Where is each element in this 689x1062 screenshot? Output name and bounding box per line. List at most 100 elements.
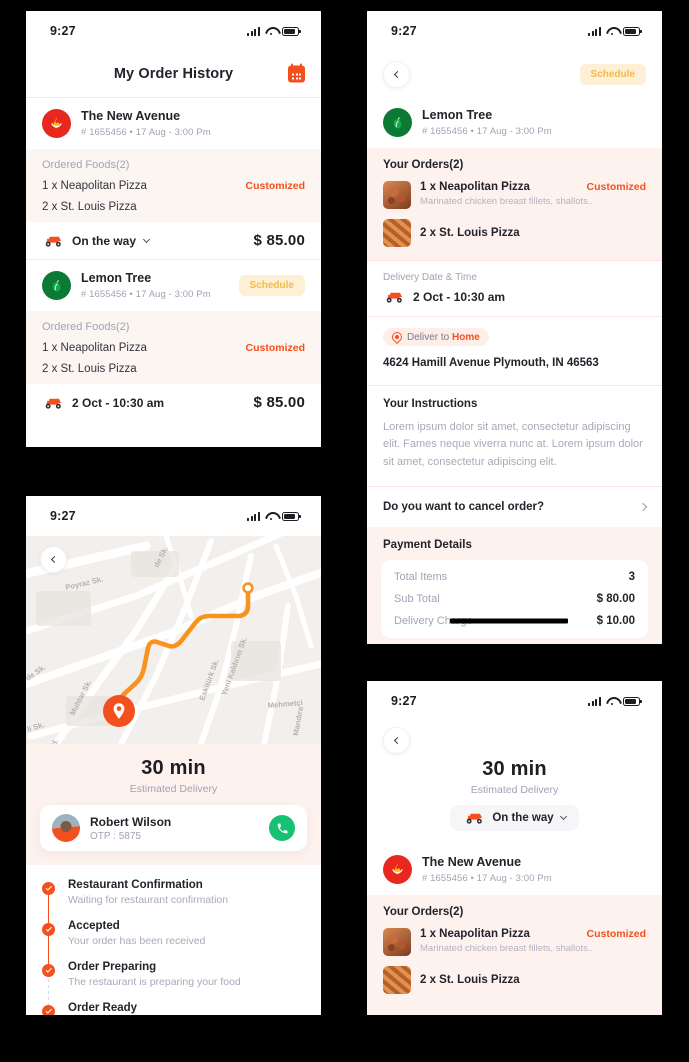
eta-value: 30 min — [482, 758, 547, 780]
screen-order-detail: 9:27 Schedule Lemon Tree # 1655456 • 17 … — [367, 11, 662, 644]
payment-details-section: Payment Details Total Items 3 Sub Total … — [367, 527, 662, 644]
order-item[interactable]: 2 x St. Louis Pizza — [383, 219, 646, 247]
order-restaurant-row[interactable]: The New Avenue # 1655456 • 17 Aug - 3:00… — [26, 98, 321, 149]
order-timeline: Restaurant Confirmation Waiting for rest… — [26, 865, 321, 1015]
status-text: On the way — [492, 812, 554, 824]
your-orders-label: Your Orders(2) — [383, 906, 464, 918]
status-bar-icons — [588, 696, 642, 706]
timeline-subtitle: The restaurant is preparing your food — [68, 976, 241, 988]
deliver-to-prefix: Deliver to — [407, 331, 453, 343]
order-item-name: 2 x St. Louis Pizza — [420, 227, 520, 239]
call-button[interactable] — [269, 815, 295, 841]
status-dropdown[interactable]: On the way — [450, 805, 579, 831]
screen-order-history: 9:27 My Order History The New Avenue # 1… — [26, 11, 321, 447]
schedule-button[interactable]: Schedule — [238, 275, 305, 296]
chevron-left-icon — [50, 555, 59, 564]
status-bar: 9:27 — [367, 11, 662, 51]
order-status-total-row[interactable]: On the way $ 85.00 — [26, 222, 321, 259]
page-title: My Order History — [113, 66, 234, 82]
food-name: 2 x St. Louis Pizza — [42, 363, 137, 375]
driver-name: Robert Wilson — [90, 814, 172, 829]
timeline-item: Restaurant Confirmation Waiting for rest… — [42, 879, 305, 923]
payment-details-title: Payment Details — [383, 539, 472, 552]
flame-logo — [383, 855, 412, 884]
pizza-thumb-1 — [383, 928, 411, 956]
driver-card[interactable]: Robert Wilson OTP : 5875 — [40, 805, 307, 851]
eta-label: Estimated Delivery — [470, 784, 559, 796]
wifi-icon — [606, 697, 618, 706]
order-item[interactable]: 2 x St. Louis Pizza — [383, 966, 646, 994]
eta-value: 30 min — [141, 757, 206, 779]
schedule-button[interactable]: Schedule — [579, 63, 646, 85]
status-bar-icons — [247, 26, 301, 36]
chevron-left-icon — [393, 70, 402, 78]
payment-key: Sub Total — [394, 593, 440, 606]
order-price: $ 85.00 — [253, 232, 305, 249]
signal-bars-icon — [588, 27, 601, 36]
payment-value: $ 80.00 — [596, 593, 635, 606]
order-restaurant-row[interactable]: Lemon Tree # 1655456 • 17 Aug - 3:00 Pm … — [26, 260, 321, 311]
order-meta: # 1655456 • 17 Aug - 3:00 Pm — [81, 126, 211, 138]
timeline-title: Order Ready — [68, 1002, 138, 1014]
status-bar-icons — [588, 26, 642, 36]
timeline-item: Order Preparing The restaurant is prepar… — [42, 961, 305, 1005]
customized-tag: Customized — [586, 181, 646, 193]
route-start-dot — [242, 582, 254, 594]
food-name: 1 x Neapolitan Pizza — [42, 342, 147, 354]
order-item-name: 1 x Neapolitan Pizza — [420, 928, 530, 940]
tracking-detail-header — [367, 721, 662, 754]
payment-card: Total Items 3 Sub Total $ 80.00 Delivery… — [381, 560, 648, 639]
timeline-title: Accepted — [68, 920, 120, 932]
ordered-foods-block: Ordered Foods(2) 1 x Neapolitan Pizza Cu… — [26, 149, 321, 222]
map-marker-icon — [103, 695, 135, 727]
wifi-icon — [265, 27, 277, 36]
delivery-address: 4624 Hamill Avenue Plymouth, IN 46563 — [383, 357, 599, 369]
delivery-address-section: Deliver to Home 4624 Hamill Avenue Plymo… — [367, 317, 662, 385]
pizza-thumb-2 — [383, 219, 411, 247]
map-streets: Poyraz Sk. de Sk. de Sk. Muhtar Sk. li S… — [26, 536, 321, 744]
chevron-down-icon[interactable] — [142, 235, 151, 243]
order-item-desc: Marinated chicken breast fillets, shallo… — [420, 196, 594, 207]
ordered-foods-label: Ordered Foods(2) — [42, 159, 130, 171]
timeline-subtitle: Your order has been received — [68, 935, 206, 947]
timeline-title: Restaurant Confirmation — [68, 879, 203, 891]
status-bar-time: 9:27 — [391, 24, 417, 38]
back-button[interactable] — [40, 546, 67, 573]
instructions-body: Lorem ipsum dolor sit amet, consectetur … — [383, 420, 643, 469]
driver-otp: OTP : 5875 — [90, 830, 141, 842]
pizza-thumb-1 — [383, 181, 411, 209]
order-status-total-row[interactable]: 2 Oct - 10:30 am $ 85.00 — [26, 384, 321, 421]
calendar-icon[interactable] — [288, 63, 305, 83]
location-pin-icon — [389, 329, 405, 345]
food-line: 1 x Neapolitan Pizza Customized — [42, 180, 305, 192]
customized-tag: Customized — [245, 342, 305, 354]
scooter-icon — [467, 813, 483, 824]
order-status[interactable]: On the way — [42, 234, 151, 248]
lemon-logo — [383, 108, 412, 137]
timeline-connector — [48, 932, 50, 964]
back-button[interactable] — [383, 60, 410, 88]
order-restaurant-row: Lemon Tree # 1655456 • 17 Aug - 3:00 Pm — [367, 97, 662, 148]
timeline-subtitle: Waiting for restaurant confirmation — [68, 894, 229, 906]
wifi-icon — [606, 27, 618, 36]
status-bar: 9:27 — [26, 11, 321, 51]
chevron-left-icon — [393, 736, 402, 745]
status-bar: 9:27 — [26, 496, 321, 536]
order-item[interactable]: 1 x Neapolitan Pizza Customized Marinate… — [383, 928, 646, 956]
chevron-right-icon — [638, 502, 648, 512]
screens-canvas: 9:27 My Order History The New Avenue # 1… — [0, 0, 689, 1062]
delivery-map[interactable]: Poyraz Sk. de Sk. de Sk. Muhtar Sk. li S… — [26, 536, 321, 744]
order-restaurant-row: The New Avenue # 1655456 • 17 Aug - 3:00… — [367, 844, 662, 895]
redaction-bar — [450, 618, 568, 624]
order-item[interactable]: 1 x Neapolitan Pizza Customized Marinate… — [383, 181, 646, 209]
cancel-order-text: Do you want to cancel order? — [383, 501, 545, 514]
cancel-order-row[interactable]: Do you want to cancel order? — [367, 487, 662, 528]
chevron-down-icon — [559, 812, 567, 821]
payment-key: Total Items — [394, 571, 448, 584]
your-orders-section: Your Orders(2) 1 x Neapolitan Pizza Cust… — [367, 148, 662, 260]
back-button[interactable] — [383, 727, 410, 754]
timeline-check-icon — [42, 923, 55, 936]
status-bar-time: 9:27 — [391, 694, 417, 708]
status-bar-time: 9:27 — [50, 24, 76, 38]
payment-row: Total Items 3 — [394, 571, 635, 583]
